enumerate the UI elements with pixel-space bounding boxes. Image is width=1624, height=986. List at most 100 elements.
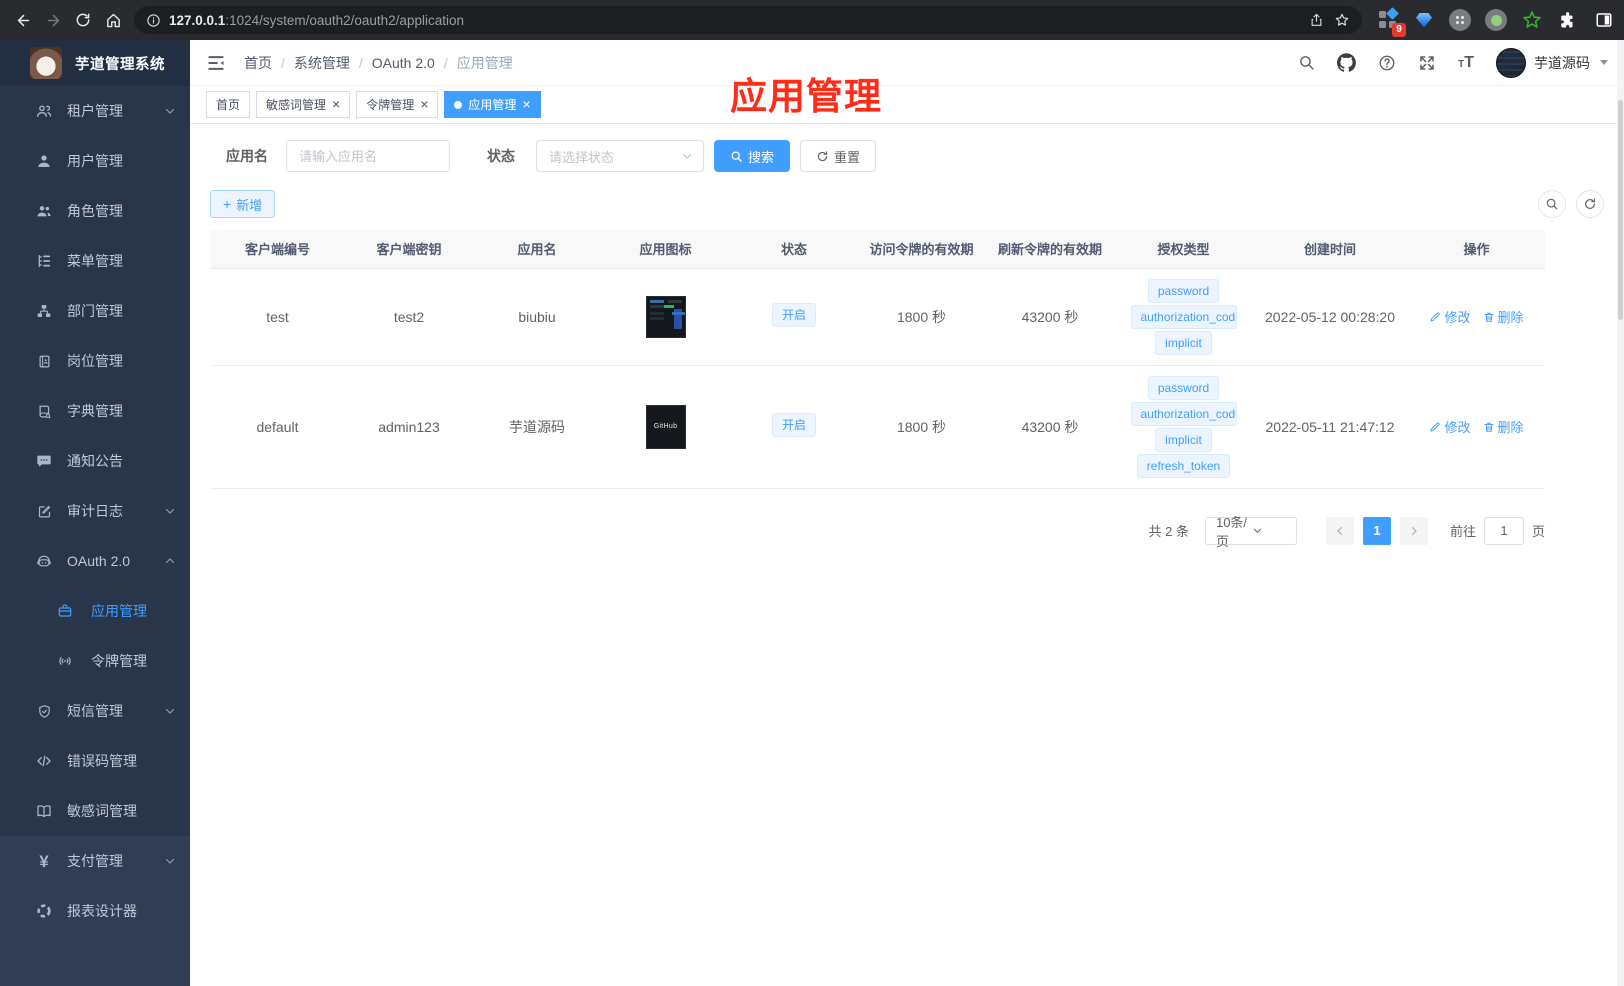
delete-button[interactable]: 删除 [1483,417,1524,436]
window-scrollbar[interactable] [1617,40,1624,986]
status-badge: 开启 [771,413,816,437]
github-icon[interactable] [1337,53,1357,72]
sidebar-item-tenant[interactable]: 租户管理 [0,86,190,136]
sidebar-item-label: 审计日志 [67,503,123,519]
col-app-icon: 应用图标 [601,230,730,269]
prev-page-button[interactable] [1325,516,1354,545]
add-button-label: 新增 [236,197,263,213]
browser-toolbar: 127.0.0.1:1024/system/oauth2/oauth2/appl… [0,0,1624,40]
browser-reload-button[interactable] [68,5,98,35]
sidebar-item-label: 令牌管理 [91,653,147,669]
goto-page-input[interactable] [1483,516,1524,545]
edit-button[interactable]: 修改 [1429,307,1471,326]
edit-button[interactable]: 修改 [1429,417,1471,436]
tab-application[interactable]: 应用管理 [444,91,541,118]
app-icon-image: GitHub [645,404,686,449]
sidebar-item-report-designer[interactable]: 报表设计器 [0,886,190,936]
breadcrumb-system[interactable]: 系统管理 [294,53,372,73]
browser-home-button[interactable] [98,5,128,35]
yen-icon: ¥ [39,851,49,871]
search-icon[interactable] [1298,54,1315,71]
scrollbar-thumb[interactable] [1618,100,1623,320]
extension-star-icon[interactable] [1518,6,1546,34]
delete-label: 删除 [1497,420,1524,435]
sidebar-item-sensitive-word[interactable]: 敏感词管理 [0,786,190,836]
sidebar-fold-icon[interactable] [206,53,226,73]
delete-button[interactable]: 删除 [1483,307,1524,326]
sidebar-item-application[interactable]: 应用管理 [0,586,190,636]
page-size-select[interactable]: 10条/页 [1204,515,1297,549]
browser-back-button[interactable] [8,5,38,35]
browser-forward-button[interactable] [38,5,68,35]
search-button[interactable]: 搜索 [714,140,791,172]
sidebar-item-role[interactable]: 角色管理 [0,186,190,236]
chevron-up-icon [164,555,176,567]
sidebar-item-errcode[interactable]: 错误码管理 [0,736,190,786]
cell-app-icon [601,268,730,366]
app-icon-text: GitHub [653,423,678,430]
tabs-bar: 首页 敏感词管理 令牌管理 应用管理 [190,86,1624,124]
tab-sensitive-word[interactable]: 敏感词管理 [256,91,351,118]
status-select[interactable]: 请选择状态 [536,140,704,172]
close-icon[interactable] [420,97,428,112]
breadcrumb-home[interactable]: 首页 [244,53,294,73]
users-icon [36,103,52,119]
col-refresh-validity: 刷新令牌的有效期 [985,230,1115,269]
address-bar[interactable]: 127.0.0.1:1024/system/oauth2/oauth2/appl… [134,6,1362,34]
sidebar-item-menu[interactable]: 菜单管理 [0,236,190,286]
breadcrumb-oauth2[interactable]: OAuth 2.0 [372,55,457,71]
sidebar-item-dict[interactable]: 字典管理 [0,386,190,436]
robot-icon [36,553,52,569]
page-content: 应用名 状态 请选择状态 搜索 重置 [190,124,1624,986]
dictionary-icon [36,403,52,419]
bookmark-star-icon[interactable] [1334,12,1350,28]
sidebar-item-user[interactable]: 用户管理 [0,136,190,186]
help-icon[interactable] [1378,54,1396,72]
col-app-name: 应用名 [473,230,601,269]
tab-home[interactable]: 首页 [206,91,251,118]
extension-puzzle-icon[interactable] [1554,6,1582,34]
app-name-input[interactable] [286,140,450,172]
extension-sidepanel-icon[interactable] [1590,6,1618,34]
table-row: default admin123 芋道源码 GitHub 开启 1800 秒 4… [210,365,1545,489]
app-logo-bar[interactable]: 芋道管理系统 [0,40,190,86]
reset-button[interactable]: 重置 [800,140,877,172]
col-grant-types: 授权类型 [1115,230,1252,269]
sidebar-item-audit-log[interactable]: 审计日志 [0,486,190,536]
col-created: 创建时间 [1252,230,1408,269]
status-badge: 开启 [771,303,816,327]
share-icon[interactable] [1309,12,1324,28]
sidebar-item-sms[interactable]: 短信管理 [0,686,190,736]
breadcrumb-current: 应用管理 [456,54,513,71]
user-menu[interactable]: 芋道源码 [1496,47,1608,78]
extension-grid-icon[interactable]: 9 [1374,6,1406,37]
show-search-toggle-button[interactable] [1538,190,1566,218]
main-area: 应用管理 首页 系统管理 OAuth 2.0 应用管理 [190,40,1624,986]
extension-command-icon[interactable] [1446,6,1474,34]
sidebar-item-label: 用户管理 [67,153,123,169]
add-button[interactable]: + 新增 [210,190,276,218]
tab-token[interactable]: 令牌管理 [356,91,439,118]
broadcast-icon [57,653,73,669]
font-size-icon[interactable]: TT [1458,54,1474,71]
users-icon [36,203,52,219]
refresh-table-button[interactable] [1576,190,1604,218]
page-number-button[interactable]: 1 [1362,516,1391,545]
site-info-icon[interactable] [146,13,161,28]
close-icon[interactable] [522,97,530,112]
sidebar: 芋道管理系统 租户管理 用户管理 角色管理 菜单管理 部门管理 岗位管理 字典管… [0,40,190,986]
table-toolbar: + 新增 [210,190,1604,218]
cell-client-id: test [210,268,345,366]
extension-record-icon[interactable] [1482,6,1510,34]
sidebar-item-oauth2[interactable]: OAuth 2.0 [0,536,190,586]
sidebar-item-token[interactable]: 令牌管理 [0,636,190,686]
next-page-button[interactable] [1399,516,1428,545]
sidebar-item-dept[interactable]: 部门管理 [0,286,190,336]
close-icon[interactable] [332,97,340,112]
sidebar-item-notice[interactable]: 通知公告 [0,436,190,486]
extension-gem-icon[interactable] [1410,6,1438,34]
sidebar-item-post[interactable]: 岗位管理 [0,336,190,386]
sidebar-item-payment[interactable]: ¥ 支付管理 [0,836,190,886]
fullscreen-icon[interactable] [1418,54,1436,72]
grant-tag: password [1147,375,1220,400]
